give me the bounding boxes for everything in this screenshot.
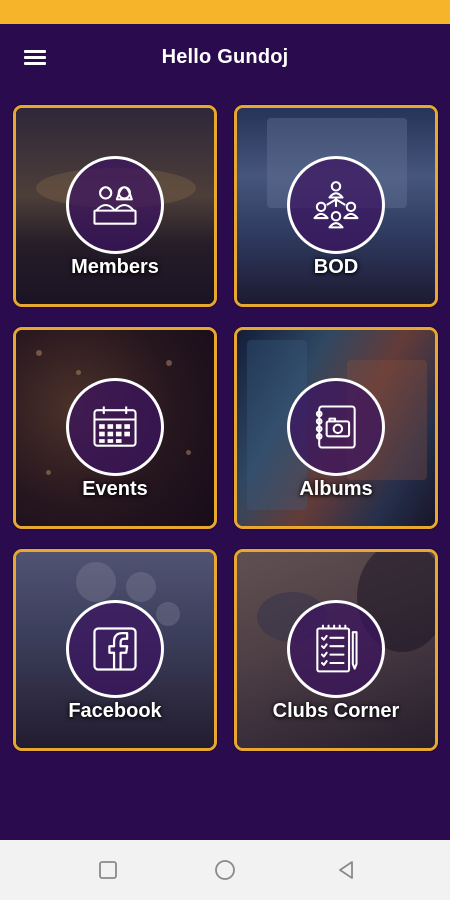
bod-icon-circle (287, 156, 385, 254)
home-circle-icon (215, 860, 235, 880)
facebook-icon (93, 627, 137, 671)
events-icon-circle (66, 378, 164, 476)
status-bar (0, 0, 450, 24)
system-navigation-bar (0, 840, 450, 900)
back-button[interactable] (334, 858, 358, 882)
org-chart-icon (313, 181, 359, 229)
tile-label: BOD (313, 256, 359, 278)
home-button[interactable] (213, 858, 237, 882)
tile-members[interactable]: Members (13, 105, 217, 307)
tile-label: Albums (299, 478, 373, 500)
clubs-corner-icon-circle (287, 600, 385, 698)
tile-label: Members (71, 256, 159, 278)
tile-clubs-corner[interactable]: Clubs Corner (234, 549, 438, 751)
page-title: Hello Gundoj (161, 46, 289, 68)
recent-apps-button[interactable] (96, 858, 120, 882)
tile-label: Events (82, 478, 148, 500)
tile-label: Facebook (68, 700, 162, 722)
tile-events[interactable]: Events (13, 327, 217, 529)
app-header: Hello Gundoj (0, 24, 450, 94)
back-triangle-icon (339, 861, 353, 879)
tile-facebook[interactable]: Facebook (13, 549, 217, 751)
members-icon (93, 186, 137, 225)
tile-bod[interactable]: BOD (234, 105, 438, 307)
albums-icon-circle (287, 378, 385, 476)
tile-label: Clubs Corner (272, 700, 400, 722)
members-icon-circle (66, 156, 164, 254)
calendar-icon (93, 406, 137, 447)
facebook-icon-circle (66, 600, 164, 698)
recent-apps-icon (99, 861, 117, 879)
tile-albums[interactable]: Albums (234, 327, 438, 529)
photo-album-icon (315, 405, 356, 449)
notebook-checklist-icon (316, 624, 358, 673)
